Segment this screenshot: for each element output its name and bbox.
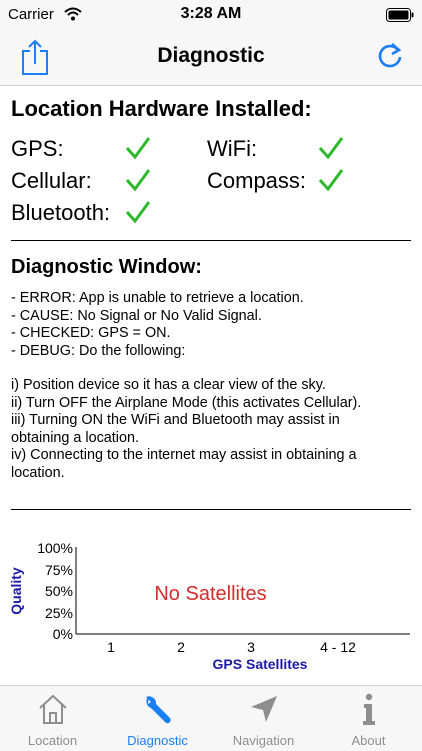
hardware-cellular-label: Cellular: xyxy=(11,168,92,193)
page-title: Diagnostic xyxy=(157,44,265,67)
section-divider xyxy=(11,509,411,510)
y-axis-title: Quality xyxy=(8,567,24,615)
x-tick-label: 1 xyxy=(107,639,115,655)
tab-label: Diagnostic xyxy=(127,733,188,748)
check-icon xyxy=(125,169,151,192)
battery-icon xyxy=(386,8,414,22)
status-bar: Carrier 3:28 AM xyxy=(0,0,422,30)
check-icon xyxy=(318,137,344,160)
tab-bar: Location Diagnostic Navigation About xyxy=(0,685,422,751)
diagnostic-text: - ERROR: App is unable to retrieve a loc… xyxy=(11,290,411,482)
house-icon xyxy=(39,694,67,724)
check-icon xyxy=(318,169,344,192)
diagnostic-line: - ERROR: App is unable to retrieve a loc… xyxy=(11,290,304,306)
tab-label: Location xyxy=(27,733,78,748)
diagnostic-line: - DEBUG: Do the following: xyxy=(11,342,186,359)
tab-diagnostic[interactable]: Diagnostic xyxy=(105,686,210,751)
no-satellites-message: No Satellites xyxy=(154,583,267,605)
x-axis-title: GPS Satellites xyxy=(212,656,308,672)
diagnostic-line: i) Position device so it has a clear vie… xyxy=(11,377,326,393)
hardware-compass-label: Compass: xyxy=(207,168,307,193)
diagnostic-line: - CHECKED: GPS = ON. xyxy=(11,325,171,341)
tab-navigation[interactable]: Navigation xyxy=(211,686,316,751)
tab-label: About xyxy=(351,733,386,748)
x-tick-label: 2 xyxy=(177,639,185,655)
diagnostic-line: obtaining a location. xyxy=(11,429,140,446)
wrench-icon xyxy=(146,696,171,724)
hardware-bluetooth-label: Bluetooth: xyxy=(11,200,111,225)
check-icon xyxy=(125,137,151,160)
tab-label: Navigation xyxy=(232,733,295,748)
diagnostic-line: location. xyxy=(11,464,65,481)
navigation-bar: Diagnostic xyxy=(0,30,422,86)
check-icon xyxy=(125,201,151,224)
info-icon xyxy=(363,693,375,725)
section-divider xyxy=(11,240,411,241)
tab-location[interactable]: Location xyxy=(0,686,105,751)
hardware-wifi-label: WiFi: xyxy=(207,136,258,161)
diagnostic-line: iii) Turning ON the WiFi and Bluetooth m… xyxy=(11,412,340,428)
diagnostic-line: ii) Turn OFF the Airplane Mode (this act… xyxy=(11,394,362,411)
tab-about[interactable]: About xyxy=(316,686,421,751)
satellite-quality-chart: 100% 75% 50% 25% 0% 1 2 3 4 - 12 No Sate… xyxy=(0,525,422,685)
x-tick-label: 4 - 12 xyxy=(320,639,356,655)
hardware-title: Location Hardware Installed: xyxy=(11,96,312,121)
diagnostic-title: Diagnostic Window: xyxy=(11,256,202,278)
refresh-icon xyxy=(378,43,402,68)
y-tick-label: 100% xyxy=(37,540,73,556)
navigation-arrow-icon xyxy=(251,696,277,722)
diagnostic-line: - CAUSE: No Signal or No Valid Signal. xyxy=(11,307,262,324)
hardware-gps-label: GPS: xyxy=(11,136,64,161)
x-tick-label: 3 xyxy=(247,639,255,655)
diagnostic-line: iv) Connecting to the internet may assis… xyxy=(11,447,357,463)
status-time: 3:28 AM xyxy=(180,5,242,22)
refresh-button[interactable] xyxy=(376,42,404,70)
y-tick-label: 0% xyxy=(52,626,73,642)
